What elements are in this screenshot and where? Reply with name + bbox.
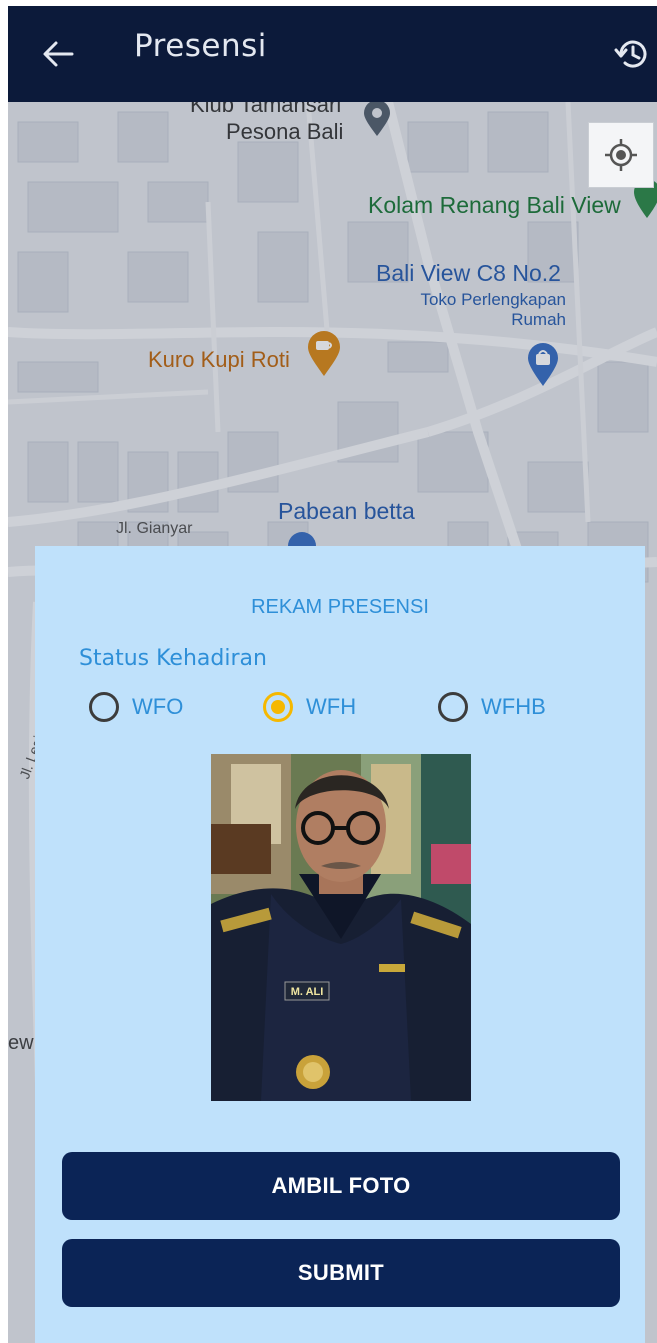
screen: Klub Tamansari Pesona Bali Kolam Renang … — [8, 6, 657, 1343]
my-location-icon — [605, 139, 637, 171]
radio-circle[interactable] — [89, 692, 119, 722]
selfie-photo: M. ALI — [211, 754, 471, 1101]
radio-label: WFHB — [481, 694, 546, 719]
radio-circle[interactable] — [438, 692, 468, 722]
radio-circle-checked[interactable] — [263, 692, 293, 722]
history-icon — [614, 40, 647, 68]
radio-label: WFO — [132, 694, 184, 719]
presence-card: REKAM PRESENSI Status Kehadiran WFO WFH … — [35, 546, 645, 1343]
submit-button[interactable]: SUBMIT — [62, 1239, 620, 1307]
card-title: REKAM PRESENSI — [251, 596, 429, 618]
radio-wfo[interactable]: WFO — [89, 692, 183, 722]
status-label: Status Kehadiran — [79, 646, 267, 671]
radio-wfhb[interactable]: WFHB — [438, 692, 546, 722]
history-button[interactable] — [610, 32, 654, 76]
radio-label: WFH — [306, 694, 357, 719]
radio-wfh[interactable]: WFH — [263, 692, 356, 722]
name-tag-text: M. ALI — [291, 986, 324, 998]
arrow-left-icon — [43, 41, 74, 67]
my-location-button[interactable] — [588, 122, 654, 188]
page-title: Presensi — [134, 28, 267, 64]
ambil-foto-button[interactable]: AMBIL FOTO — [62, 1152, 620, 1220]
back-button[interactable] — [36, 32, 80, 76]
app-bar: Presensi — [8, 6, 657, 102]
